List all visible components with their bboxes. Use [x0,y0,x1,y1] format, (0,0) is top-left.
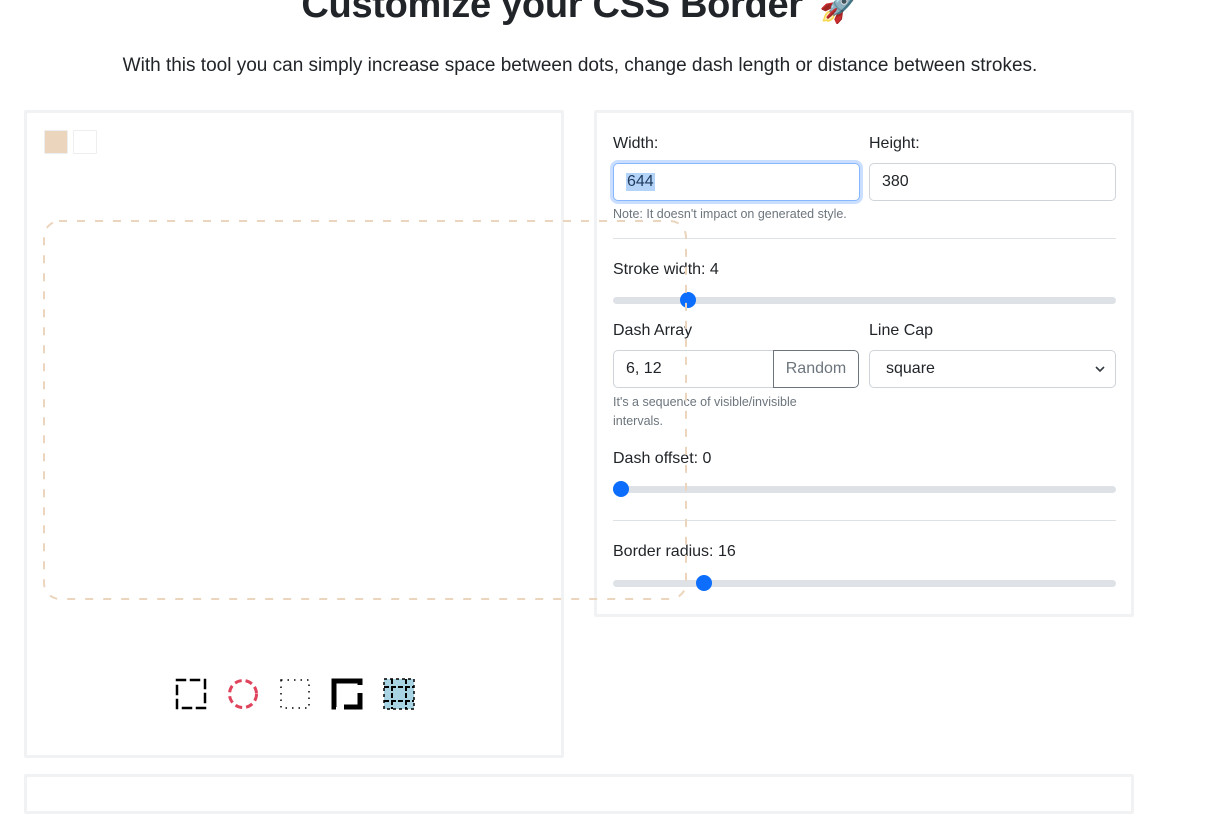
page-subtitle: With this tool you can simply increase s… [122,55,1038,76]
height-label: Height: [869,135,920,152]
border-radius-slider[interactable] [613,575,1116,591]
dashed-circle-preset-icon[interactable] [227,678,259,710]
color-swatch-beige[interactable] [44,130,68,154]
size-note: Note: It doesn't impact on generated sty… [613,207,847,221]
height-value: 380 [882,173,909,190]
width-label: Width: [613,135,659,152]
dash-array-value: 6, 12 [626,360,662,377]
slider-thumb[interactable] [695,575,712,591]
height-input[interactable]: 380 [869,163,1116,201]
stroke-width-slider[interactable] [613,292,1116,308]
chevron-down-icon [1095,366,1105,373]
slider-track [613,580,1116,587]
width-input[interactable]: 644 [613,163,860,201]
slider-track [613,486,1116,493]
dash-array-note: It's a sequence of visible/invisible int… [613,395,797,428]
preset-list [175,676,415,712]
random-button[interactable]: Random [773,350,859,388]
border-radius-label: Border radius: 16 [613,543,736,560]
line-cap-select[interactable]: square [869,350,1116,388]
divider [613,520,1116,521]
slider-thumb[interactable] [613,481,629,497]
dotted-square-preset-icon[interactable] [279,678,311,710]
dash-offset-label: Dash offset: 0 [613,450,712,467]
stroke-width-label: Stroke width: 4 [613,261,719,278]
line-cap-value: square [886,360,935,377]
page-title-text: Customize your CSS Border [301,0,803,26]
color-swatch-white[interactable] [73,130,97,154]
width-value: 644 [626,173,655,191]
dash-array-label: Dash Array [613,322,693,339]
dash-array-input[interactable]: 6, 12 [613,350,774,388]
settings-panel: Width: Height: 644 380 Note: It doesn't … [594,110,1134,617]
grid-pattern-preset-icon[interactable] [383,678,415,710]
output-card [24,774,1134,814]
preview-card [24,110,564,758]
rocket-icon: 🚀 [819,0,859,24]
dashed-square-preset-icon[interactable] [175,678,207,710]
divider [613,238,1116,239]
dash-offset-slider[interactable] [613,481,1116,497]
line-cap-label: Line Cap [869,322,934,339]
page-title: Customize your CSS Border 🚀 [0,0,1160,27]
slider-thumb[interactable] [679,292,696,308]
thick-dashed-square-preset-icon[interactable] [331,678,363,710]
